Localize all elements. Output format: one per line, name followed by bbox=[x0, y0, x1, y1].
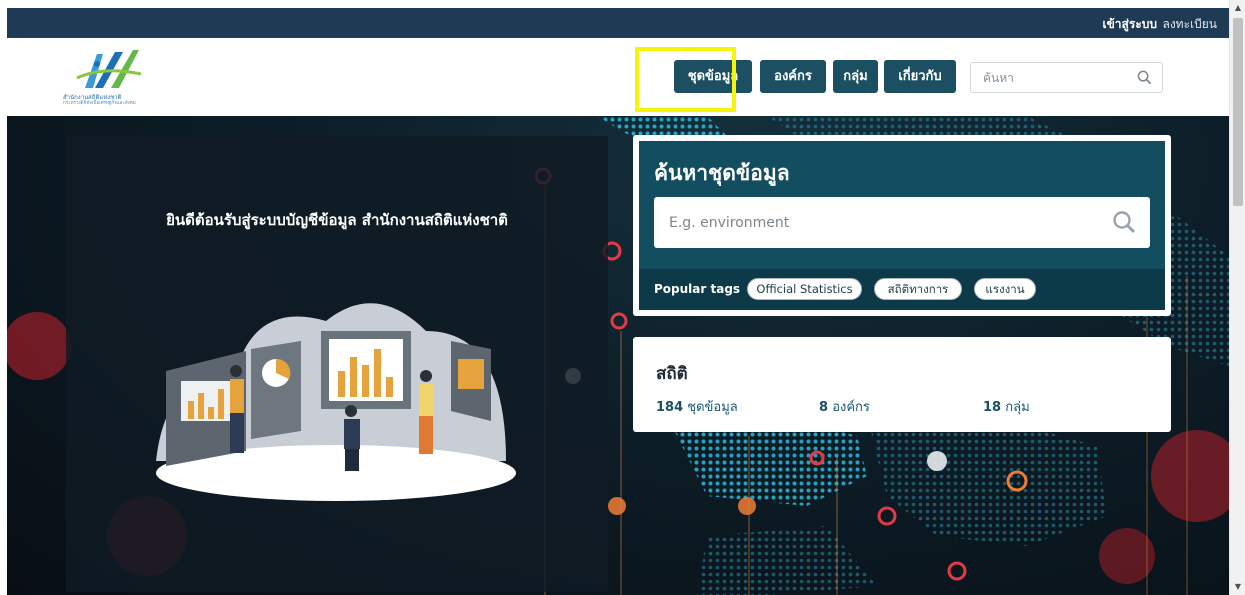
site-logo[interactable]: สำนักงานสถิติแห่งชาติ กระทรวงดิจิทัลเพื่… bbox=[63, 48, 159, 106]
statistics-card: สถิติ 184 ชุดข้อมูล 8 องค์กร 18 กลุ่ม bbox=[633, 337, 1171, 432]
search-icon[interactable] bbox=[1137, 70, 1152, 85]
stat-organizations-link[interactable]: 8 องค์กร bbox=[819, 396, 870, 417]
stat-groups-link[interactable]: 18 กลุ่ม bbox=[983, 396, 1030, 417]
dataset-search-box bbox=[654, 197, 1150, 248]
browser-viewport: เข้าสู่ระบบ ลงทะเบียน สำนักงานสถิติแห่งช… bbox=[0, 0, 1229, 595]
login-link[interactable]: เข้าสู่ระบบ bbox=[1103, 15, 1158, 34]
tag-official-statistics[interactable]: Official Statistics bbox=[747, 278, 862, 300]
stat-organizations-label: องค์กร bbox=[832, 400, 870, 415]
dataset-search-title: ค้นหาชุดข้อมูล bbox=[654, 161, 790, 185]
search-icon[interactable] bbox=[1112, 210, 1136, 234]
scrollbar-thumb[interactable] bbox=[1233, 18, 1243, 206]
tag-official-statistics-thai[interactable]: สถิติทางการ bbox=[874, 278, 962, 300]
dataset-search-panel: ค้นหาชุดข้อมูล Popular tags Official Sta… bbox=[639, 141, 1165, 310]
stat-datasets-count: 184 bbox=[656, 400, 684, 415]
nav-organizations-button[interactable]: องค์กร bbox=[760, 60, 826, 93]
header-search-input[interactable] bbox=[971, 63, 1131, 92]
vertical-scrollbar[interactable]: ▲ ▼ bbox=[1229, 0, 1245, 595]
hero-section: ยินดีต้อนรับสู่ระบบบัญชีข้อมูล สำนักงานส… bbox=[7, 116, 1229, 595]
popular-tags-row: Popular tags Official Statistics สถิติทา… bbox=[639, 269, 1165, 310]
data-analytics-illustration bbox=[156, 303, 516, 501]
header-search bbox=[970, 62, 1163, 93]
tag-labour[interactable]: แรงงาน bbox=[974, 278, 1036, 300]
nso-logo-icon bbox=[76, 50, 142, 88]
account-bar: เข้าสู่ระบบ ลงทะเบียน bbox=[7, 8, 1229, 38]
scroll-up-arrow-icon[interactable]: ▲ bbox=[1230, 0, 1245, 16]
top-strip bbox=[0, 0, 1229, 8]
dataset-search-card: ค้นหาชุดข้อมูล Popular tags Official Sta… bbox=[633, 135, 1171, 316]
welcome-panel: ยินดีต้อนรับสู่ระบบบัญชีข้อมูล สำนักงานส… bbox=[66, 136, 608, 592]
stat-organizations-count: 8 bbox=[819, 400, 829, 415]
nav-groups-button[interactable]: กลุ่ม bbox=[833, 60, 878, 93]
masthead: สำนักงานสถิติแห่งชาติ กระทรวงดิจิทัลเพื่… bbox=[7, 38, 1229, 116]
nav-about-button[interactable]: เกี่ยวกับ bbox=[884, 60, 956, 93]
dataset-search-input[interactable] bbox=[654, 197, 1094, 248]
scroll-down-arrow-icon[interactable]: ▼ bbox=[1230, 579, 1245, 595]
popular-tags-label: Popular tags bbox=[654, 282, 741, 296]
stat-groups-label: กลุ่ม bbox=[1005, 400, 1030, 415]
nav-datasets-button[interactable]: ชุดข้อมูล bbox=[674, 60, 752, 93]
logo-ministry-name: กระทรวงดิจิทัลเพื่อเศรษฐกิจและสังคม bbox=[63, 101, 136, 106]
stat-datasets-label: ชุดข้อมูล bbox=[687, 400, 738, 415]
stat-groups-count: 18 bbox=[983, 400, 1002, 415]
register-link[interactable]: ลงทะเบียน bbox=[1162, 15, 1217, 34]
statistics-title: สถิติ bbox=[656, 364, 688, 384]
welcome-heading: ยินดีต้อนรับสู่ระบบบัญชีข้อมูล สำนักงานส… bbox=[166, 211, 508, 229]
stat-datasets-link[interactable]: 184 ชุดข้อมูล bbox=[656, 396, 738, 417]
